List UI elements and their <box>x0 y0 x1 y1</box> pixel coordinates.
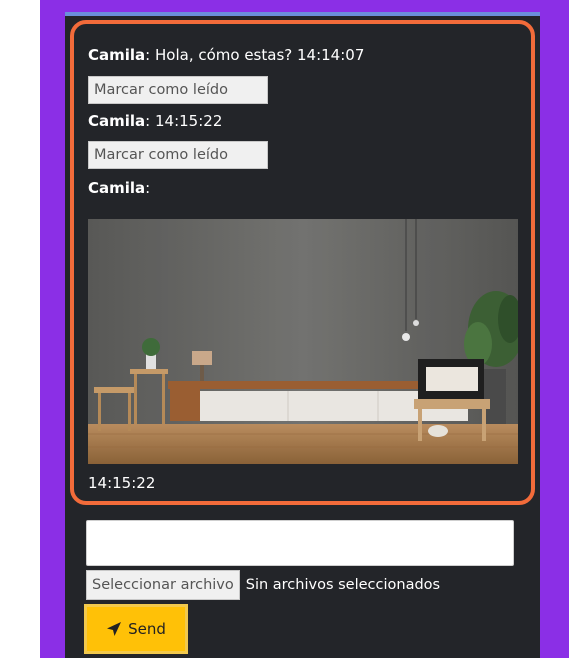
message-sender: Camila <box>88 112 146 130</box>
choose-file-button[interactable]: Seleccionar archivo <box>86 570 240 600</box>
send-label: Send <box>128 620 166 638</box>
mark-read-button[interactable]: Marcar como leído <box>88 76 268 104</box>
mark-read-button[interactable]: Marcar como leído <box>88 141 268 169</box>
message-1: Camila: Hola, cómo estas? 14:14:07 <box>88 46 364 64</box>
message-text: 14:15:22 <box>155 112 223 130</box>
message-separator: : <box>145 112 155 130</box>
image-timestamp: 14:15:22 <box>88 474 156 492</box>
message-sender: Camila <box>88 46 146 64</box>
message-image[interactable] <box>88 219 518 464</box>
message-text: Hola, cómo estas? 14:14:07 <box>155 46 365 64</box>
message-2: Camila: 14:15:22 <box>88 112 222 130</box>
file-status-text: Sin archivos seleccionados <box>245 577 441 593</box>
send-button[interactable]: Send <box>84 604 188 654</box>
chat-messages-box[interactable]: Camila: Hola, cómo estas? 14:14:07 Marca… <box>70 20 535 505</box>
paper-plane-icon <box>106 621 122 637</box>
file-picker: Seleccionar archivo Sin archivos selecci… <box>86 570 440 600</box>
message-separator: : <box>145 179 151 197</box>
message-3: Camila: <box>88 179 150 197</box>
message-separator: : <box>145 46 155 64</box>
message-sender: Camila <box>88 179 146 197</box>
message-input[interactable] <box>86 520 514 566</box>
